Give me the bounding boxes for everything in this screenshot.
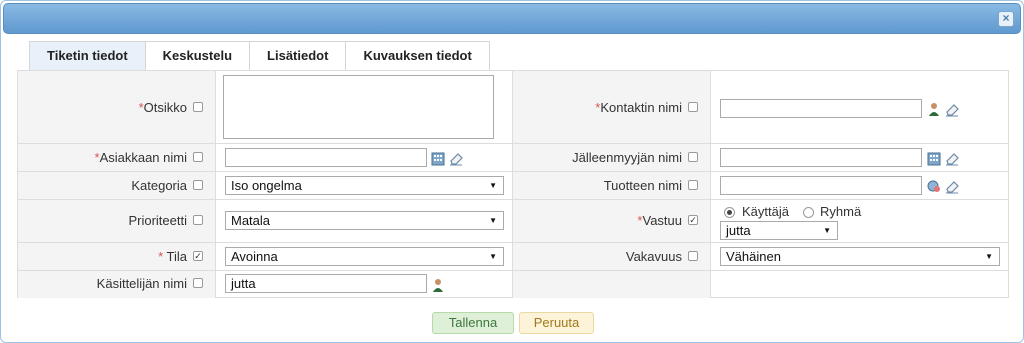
- tila-select[interactable]: Avoinna ▼: [225, 247, 504, 266]
- tila-label-cell: * Tila ✓: [18, 243, 216, 271]
- kasittelijan-nimi-checkbox[interactable]: [193, 278, 203, 288]
- otsikko-checkbox[interactable]: [193, 102, 203, 112]
- jalleenmyyjan-nimi-input[interactable]: [720, 148, 922, 167]
- tab-ticket-details[interactable]: Tiketin tiedot: [29, 41, 146, 71]
- kategoria-select[interactable]: Iso ongelma ▼: [225, 176, 504, 195]
- vastuu-value: jutta: [726, 223, 751, 238]
- asiakkaan-nimi-label-cell: *Asiakkaan nimi: [18, 144, 216, 172]
- tab-bar: Tiketin tiedot Keskustelu Lisätiedot Kuv…: [29, 41, 490, 71]
- tuotteen-nimi-label: Tuotteen nimi: [603, 178, 682, 193]
- tila-checkbox[interactable]: ✓: [193, 251, 203, 261]
- tila-input-cell: Avoinna ▼: [216, 243, 513, 271]
- eraser-icon[interactable]: [944, 178, 960, 194]
- vastuu-label: *Vastuu: [637, 213, 682, 228]
- kontaktin-nimi-input-cell: [711, 71, 1008, 144]
- chevron-down-icon: ▼: [985, 252, 993, 261]
- radio-user[interactable]: [724, 207, 735, 218]
- building-icon[interactable]: [430, 150, 446, 166]
- tuotteen-nimi-checkbox[interactable]: [688, 180, 698, 190]
- kontaktin-nimi-label: *Kontaktin nimi: [595, 100, 682, 115]
- kasittelijan-nimi-label-cell: Käsittelijän nimi: [18, 271, 216, 298]
- tuotteen-nimi-label-cell: Tuotteen nimi: [513, 172, 711, 200]
- ticket-dialog: × Tiketin tiedot Keskustelu Lisätiedot K…: [0, 0, 1024, 343]
- prioriteetti-value: Matala: [231, 213, 271, 228]
- prioriteetti-label-cell: Prioriteetti: [18, 200, 216, 243]
- empty-input-cell: [711, 271, 1008, 298]
- vakavuus-label-cell: Vakavuus: [513, 243, 711, 271]
- eraser-icon[interactable]: [944, 101, 960, 117]
- vastuu-checkbox[interactable]: ✓: [688, 215, 698, 225]
- empty-label-cell: [513, 271, 711, 298]
- asiakkaan-nimi-checkbox[interactable]: [193, 152, 203, 162]
- building-icon[interactable]: [926, 150, 942, 166]
- tab-discussion[interactable]: Keskustelu: [144, 41, 251, 71]
- radio-group[interactable]: [803, 207, 814, 218]
- kasittelijan-nimi-input-cell: jutta: [216, 271, 513, 298]
- tuotteen-nimi-input-cell: [711, 172, 1008, 200]
- dialog-title-bar[interactable]: ×: [3, 3, 1021, 34]
- save-button[interactable]: Tallenna: [432, 312, 514, 334]
- chevron-down-icon: ▼: [489, 216, 497, 225]
- tab-additional-info[interactable]: Lisätiedot: [249, 41, 347, 71]
- kategoria-checkbox[interactable]: [193, 180, 203, 190]
- otsikko-label-cell: *Otsikko: [18, 71, 216, 144]
- cancel-button[interactable]: Peruuta: [519, 312, 594, 334]
- eraser-icon[interactable]: [944, 150, 960, 166]
- asiakkaan-nimi-label: *Asiakkaan nimi: [94, 150, 188, 165]
- otsikko-input-cell: [216, 71, 513, 144]
- kasittelijan-nimi-label: Käsittelijän nimi: [96, 276, 187, 291]
- prioriteetti-checkbox[interactable]: [193, 215, 203, 225]
- tila-value: Avoinna: [231, 249, 278, 264]
- kategoria-label-cell: Kategoria: [18, 172, 216, 200]
- radio-user-label: Käyttäjä: [742, 204, 789, 219]
- kontaktin-nimi-label-cell: *Kontaktin nimi: [513, 71, 711, 144]
- jalleenmyyjan-nimi-label: Jälleenmyyjän nimi: [572, 150, 682, 165]
- chevron-down-icon: ▼: [489, 181, 497, 190]
- asiakkaan-nimi-input-cell: [216, 144, 513, 172]
- asiakkaan-nimi-input[interactable]: [225, 148, 427, 167]
- otsikko-textarea[interactable]: [223, 75, 494, 139]
- chevron-down-icon: ▼: [823, 226, 831, 235]
- tuotteen-nimi-input[interactable]: [720, 176, 922, 195]
- vastuu-label-cell: *Vastuu ✓: [513, 200, 711, 243]
- product-icon[interactable]: [926, 178, 942, 194]
- chevron-down-icon: ▼: [489, 252, 497, 261]
- radio-group-label: Ryhmä: [820, 204, 862, 219]
- eraser-icon[interactable]: [448, 150, 464, 166]
- close-icon[interactable]: ×: [998, 11, 1014, 27]
- handler-person-icon[interactable]: [430, 277, 446, 293]
- tab-description-details[interactable]: Kuvauksen tiedot: [345, 41, 490, 71]
- vakavuus-label: Vakavuus: [625, 249, 682, 264]
- kategoria-label: Kategoria: [131, 178, 187, 193]
- kontaktin-nimi-checkbox[interactable]: [688, 102, 698, 112]
- kategoria-input-cell: Iso ongelma ▼: [216, 172, 513, 200]
- kategoria-value: Iso ongelma: [231, 178, 302, 193]
- jalleenmyyjan-nimi-input-cell: [711, 144, 1008, 172]
- vakavuus-checkbox[interactable]: [688, 251, 698, 261]
- vastuu-select[interactable]: jutta ▼: [720, 221, 838, 240]
- jalleenmyyjan-nimi-checkbox[interactable]: [688, 152, 698, 162]
- jalleenmyyjan-nimi-label-cell: Jälleenmyyjän nimi: [513, 144, 711, 172]
- ticket-form: *Otsikko *Kontaktin nimi *Asiakkaan nimi: [17, 70, 1009, 298]
- vastuu-input-cell: Käyttäjä Ryhmä jutta ▼: [711, 200, 1008, 243]
- prioriteetti-label: Prioriteetti: [128, 213, 187, 228]
- kasittelijan-nimi-input[interactable]: jutta: [225, 274, 427, 293]
- prioriteetti-select[interactable]: Matala ▼: [225, 211, 504, 230]
- tila-label: * Tila: [158, 249, 187, 264]
- kontaktin-nimi-input[interactable]: [720, 99, 922, 118]
- vakavuus-input-cell: Vähäinen ▼: [711, 243, 1008, 271]
- vakavuus-value: Vähäinen: [726, 249, 781, 264]
- vakavuus-select[interactable]: Vähäinen ▼: [720, 247, 1000, 266]
- prioriteetti-input-cell: Matala ▼: [216, 200, 513, 243]
- otsikko-label: *Otsikko: [138, 100, 187, 115]
- contact-person-icon[interactable]: [926, 101, 942, 117]
